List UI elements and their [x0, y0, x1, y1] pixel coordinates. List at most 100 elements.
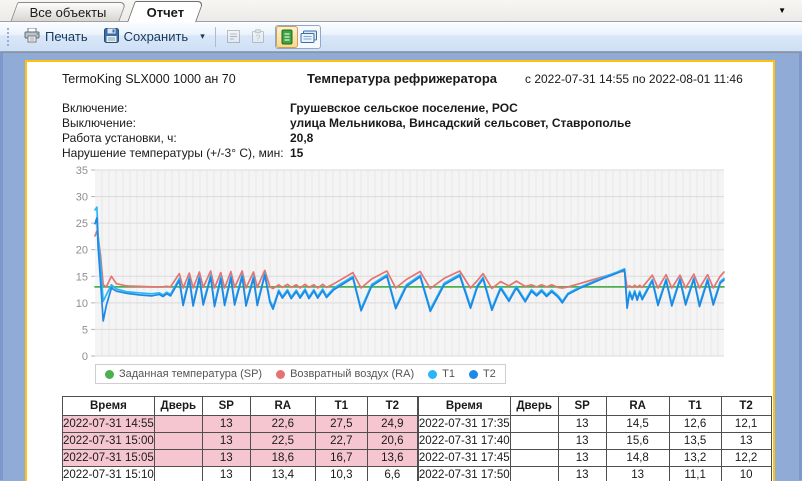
- y-tick-label: 15: [76, 271, 88, 283]
- table-row: 2022-07-31 15:001322,522,720,6: [63, 433, 418, 450]
- table-row: 2022-07-31 17:35 1314,512,612,1: [418, 416, 771, 433]
- info-value: Грушевское сельское поселение, РОС: [290, 101, 518, 116]
- report-page: TermoKing SLX000 1000 ан 70 Температура …: [25, 60, 775, 481]
- table-row: 2022-07-31 17:451314,813,212,2: [418, 450, 771, 467]
- table-header-row: ВремяДверьSPRAT1T2: [418, 397, 771, 416]
- table-cell: 2022-07-31 15:10: [63, 467, 155, 481]
- tab-all-objects-label: Все объекты: [30, 5, 107, 20]
- report-info-block: Включение:Грушевское сельское поселение,…: [62, 101, 631, 161]
- table-cell: 13: [558, 433, 606, 450]
- legend-label: Заданная температура (SP): [119, 368, 262, 380]
- table-header-row: ВремяДверьSPRAT1T2: [63, 397, 418, 416]
- save-button[interactable]: Сохранить: [97, 25, 196, 49]
- info-row: Выключение:улица Мельникова, Винсадский …: [62, 116, 631, 131]
- landscape-view-icon: [300, 30, 318, 44]
- table-cell: 12,1: [721, 416, 771, 433]
- column-header: RA: [250, 397, 315, 416]
- table-cell: 2022-07-31 17:45: [418, 450, 510, 467]
- info-label: Работа установки, ч:: [62, 131, 290, 146]
- legend-item: Заданная температура (SP): [105, 368, 262, 380]
- info-row: Включение:Грушевское сельское поселение,…: [62, 101, 631, 116]
- help-button: ?: [247, 26, 269, 48]
- toolbar: Печать Сохранить ▾ ?: [0, 22, 802, 52]
- table-cell: 13: [202, 450, 250, 467]
- data-tables: ВремяДверьSPRAT1T22022-07-31 14:551322,6…: [62, 396, 772, 481]
- table-cell: [510, 450, 558, 467]
- page-setup-button: [223, 26, 245, 48]
- table-cell: 13: [558, 450, 606, 467]
- table-cell: 14,5: [606, 416, 669, 433]
- table-cell: [154, 450, 202, 467]
- print-button-label: Печать: [45, 29, 88, 44]
- toolbar-grip[interactable]: [6, 27, 11, 47]
- print-button[interactable]: Печать: [17, 25, 95, 49]
- table-cell: 22,6: [250, 416, 315, 433]
- legend-item: T1: [428, 368, 455, 380]
- table-cell: [510, 433, 558, 450]
- report-period: с 2022-07-31 14:55 по 2022-08-01 11:46: [525, 72, 765, 86]
- table-cell: 16,7: [315, 450, 367, 467]
- tab-overflow-chevron-down-icon[interactable]: ▼: [778, 6, 786, 15]
- legend-dot-icon: [105, 370, 114, 379]
- tab-report[interactable]: Отчет: [127, 1, 204, 22]
- table-cell: [154, 416, 202, 433]
- legend-label: T2: [483, 368, 496, 380]
- legend-label: T1: [442, 368, 455, 380]
- table-cell: 11,1: [669, 467, 721, 481]
- column-header: Дверь: [154, 397, 202, 416]
- table-cell: 13: [721, 433, 771, 450]
- y-tick-label: 30: [76, 192, 88, 204]
- info-label: Включение:: [62, 101, 290, 116]
- table-cell: 12,6: [669, 416, 721, 433]
- report-title: Температура рефрижератора: [267, 71, 537, 86]
- portrait-view-button[interactable]: [276, 26, 298, 48]
- legend-item: Возвратный воздух (RA): [276, 368, 414, 380]
- table-cell: 13,6: [367, 450, 417, 467]
- y-tick-label: 35: [76, 165, 88, 177]
- table-cell: 13: [558, 467, 606, 481]
- table-cell: 13: [202, 433, 250, 450]
- portrait-view-icon: [280, 29, 294, 45]
- table-row: 2022-07-31 17:401315,613,513: [418, 433, 771, 450]
- info-label: Нарушение температуры (+/-3° С), мин:: [62, 146, 290, 161]
- table-cell: 22,5: [250, 433, 315, 450]
- temperature-chart: 05101520253035: [67, 165, 767, 368]
- save-button-label: Сохранить: [124, 29, 189, 44]
- tab-bar: Все объекты Отчет ▼: [0, 0, 802, 22]
- column-header: SP: [202, 397, 250, 416]
- landscape-view-button[interactable]: [298, 26, 320, 48]
- table-cell: 2022-07-31 15:05: [63, 450, 155, 467]
- legend-dot-icon: [428, 370, 437, 379]
- column-header: Время: [63, 397, 155, 416]
- report-viewer[interactable]: TermoKing SLX000 1000 ан 70 Температура …: [0, 52, 802, 480]
- table-cell: [154, 433, 202, 450]
- table-cell: 27,5: [315, 416, 367, 433]
- table-cell: 15,6: [606, 433, 669, 450]
- table-cell: 2022-07-31 14:55: [63, 416, 155, 433]
- data-table-left: ВремяДверьSPRAT1T22022-07-31 14:551322,6…: [62, 396, 418, 481]
- legend-item: T2: [469, 368, 496, 380]
- y-tick-label: 20: [76, 245, 88, 257]
- save-dropdown-arrow-icon[interactable]: ▾: [197, 29, 208, 44]
- table-cell: 10,3: [315, 467, 367, 481]
- table-row: 2022-07-31 17:50131311,110: [418, 467, 771, 481]
- tab-all-objects[interactable]: Все объекты: [11, 2, 127, 21]
- svg-text:?: ?: [256, 34, 261, 43]
- table-cell: 14,8: [606, 450, 669, 467]
- table-cell: 13: [558, 416, 606, 433]
- column-header: SP: [558, 397, 606, 416]
- table-cell: 2022-07-31 17:35: [418, 416, 510, 433]
- info-value: 20,8: [290, 131, 313, 146]
- table-row: 2022-07-31 15:101313,410,36,6: [63, 467, 418, 481]
- column-header: T1: [315, 397, 367, 416]
- column-header: RA: [606, 397, 669, 416]
- table-cell: 13,5: [669, 433, 721, 450]
- info-value: улица Мельникова, Винсадский сельсовет, …: [290, 116, 631, 131]
- data-table-right: ВремяДверьSPRAT1T22022-07-31 17:351314,5…: [418, 396, 772, 481]
- table-cell: 20,6: [367, 433, 417, 450]
- table-row: 2022-07-31 14:551322,627,524,9: [63, 416, 418, 433]
- column-header: Дверь: [510, 397, 558, 416]
- table-cell: [154, 467, 202, 481]
- legend-dot-icon: [276, 370, 285, 379]
- table-cell: 24,9: [367, 416, 417, 433]
